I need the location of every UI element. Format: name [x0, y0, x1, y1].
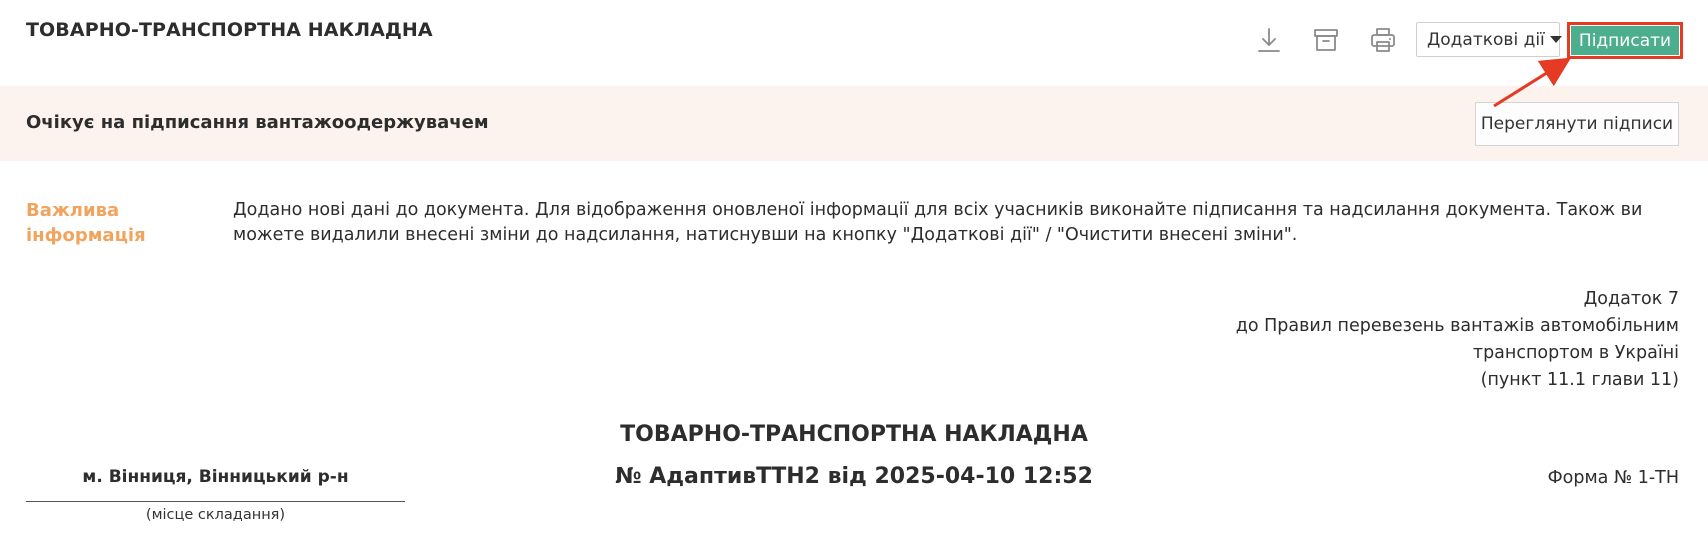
- appendix-line: транспортом в Україні: [1472, 343, 1679, 363]
- more-actions-label: Додаткові дії: [1427, 29, 1545, 50]
- download-icon[interactable]: [1253, 24, 1285, 56]
- document-title: ТОВАРНО-ТРАНСПОРТНА НАКЛАДНА: [620, 422, 1088, 447]
- appendix-line: до Правил перевезень вантажів автомобіль…: [1235, 316, 1679, 336]
- important-info-label: Важлива інформація: [26, 198, 166, 248]
- place-divider: [26, 501, 405, 502]
- appendix-note: Додаток 7 до Правил перевезень вантажів …: [1236, 286, 1679, 394]
- status-text: Очікує на підписання вантажоодержувачем: [26, 112, 489, 133]
- appendix-line: (пункт 11.1 глави 11): [1480, 370, 1679, 390]
- appendix-line: Додаток 7: [1583, 289, 1679, 309]
- view-signatures-button[interactable]: Переглянути підписи: [1475, 102, 1679, 146]
- chevron-down-icon: [1549, 36, 1562, 43]
- print-icon[interactable]: [1367, 24, 1399, 56]
- form-number: Форма № 1-ТН: [1547, 468, 1679, 488]
- status-banner: Очікує на підписання вантажоодержувачем: [0, 86, 1708, 161]
- important-info-label-line2: інформація: [26, 225, 146, 246]
- important-info-label-line1: Важлива: [26, 200, 120, 221]
- place-caption: (місце складання): [145, 507, 286, 523]
- sign-button[interactable]: Підписати: [1571, 26, 1679, 55]
- archive-icon[interactable]: [1310, 24, 1342, 56]
- important-info-text: Додано нові дані до документа. Для відоб…: [233, 200, 1643, 245]
- document-header: ТОВАРНО-ТРАНСПОРТНА НАКЛАДНА Додаткові д…: [0, 0, 1708, 86]
- place-of-issue: м. Вінниця, Вінницький р-н: [82, 467, 349, 487]
- more-actions-dropdown[interactable]: Додаткові дії: [1416, 22, 1562, 57]
- page-title: ТОВАРНО-ТРАНСПОРТНА НАКЛАДНА: [26, 19, 433, 41]
